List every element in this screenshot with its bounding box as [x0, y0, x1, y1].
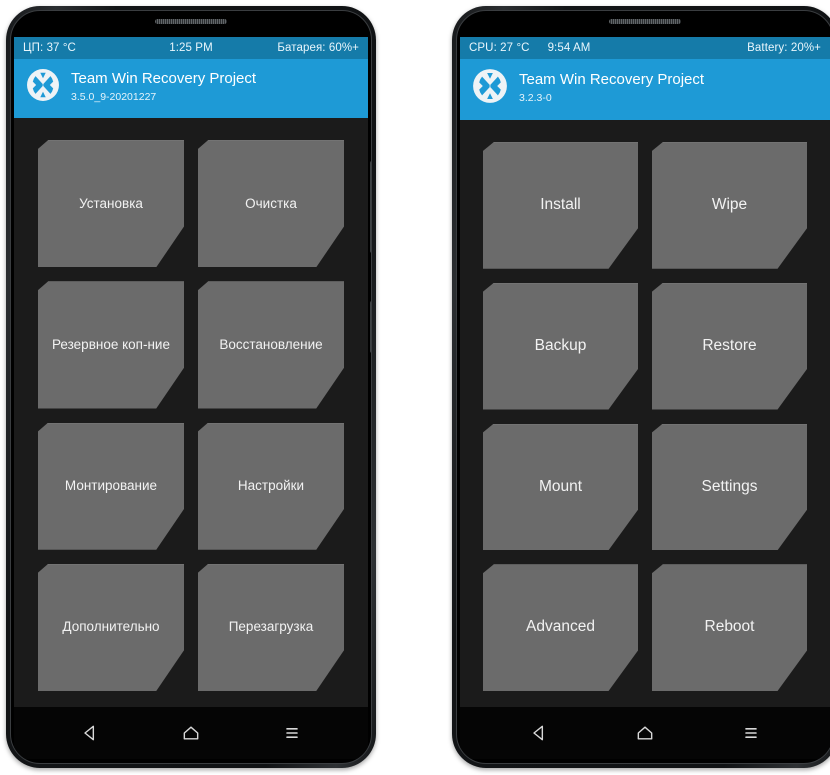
app-title: Team Win Recovery Project — [71, 70, 257, 88]
menu-button-label: Advanced — [526, 618, 595, 636]
twrp-logo-icon — [26, 68, 60, 107]
menu-button-mount[interactable]: Монтирование — [38, 422, 184, 550]
status-bar-right: CPU: 27 °C 9:54 AM Battery: 20%+ — [460, 37, 830, 59]
menu-button-label: Дополнительно — [62, 619, 160, 635]
screenshot-stage: ЦП: 37 °C 1:25 PM Батарея: 60%+ Team Win… — [0, 0, 830, 775]
phone-chassis-right: CPU: 27 °C 9:54 AM Battery: 20%+ Team Wi… — [456, 10, 830, 764]
menu-button-settings[interactable]: Settings — [652, 423, 807, 551]
menu-button-label: Восстановление — [219, 336, 323, 352]
menu-button-wipe[interactable]: Wipe — [652, 142, 807, 269]
menu-button-reboot[interactable]: Перезагрузка — [198, 563, 344, 691]
menu-icon[interactable] — [729, 711, 773, 755]
phone-screen-right: CPU: 27 °C 9:54 AM Battery: 20%+ Team Wi… — [460, 37, 830, 759]
menu-button-backup[interactable]: Резервное коп-ние — [38, 281, 184, 409]
app-title: Team Win Recovery Project — [519, 71, 705, 89]
menu-button-reboot[interactable]: Reboot — [652, 564, 807, 691]
main-menu-grid-left: Установка Очистка Резервное коп-ние Восс… — [14, 118, 368, 707]
battery-level-label: Батарея: 60%+ — [277, 42, 359, 54]
menu-button-label: Установка — [79, 195, 143, 211]
menu-button-label: Settings — [701, 477, 758, 495]
menu-button-label: Mount — [538, 477, 583, 495]
app-header-right: Team Win Recovery Project 3.2.3-0 — [460, 59, 830, 120]
menu-button-label: Резервное коп-ние — [52, 336, 170, 352]
menu-button-install[interactable]: Install — [483, 142, 638, 269]
cpu-temperature-label: CPU: 27 °C — [469, 42, 530, 54]
home-icon[interactable] — [169, 711, 213, 755]
app-header-left: Team Win Recovery Project 3.5.0_9-202012… — [14, 59, 368, 118]
power-button[interactable] — [370, 301, 371, 353]
battery-level-label: Battery: 20%+ — [747, 42, 821, 54]
phone-chassis-left: ЦП: 37 °C 1:25 PM Батарея: 60%+ Team Win… — [10, 10, 372, 764]
phone-screen-left: ЦП: 37 °C 1:25 PM Батарея: 60%+ Team Win… — [14, 37, 368, 759]
menu-button-restore[interactable]: Restore — [652, 282, 807, 410]
menu-button-label: Перезагрузка — [228, 619, 314, 635]
app-version: 3.5.0_9-20201227 — [71, 91, 157, 104]
back-icon[interactable] — [68, 711, 112, 755]
app-identity-right: Team Win Recovery Project 3.2.3-0 — [519, 71, 704, 105]
menu-button-label: Backup — [534, 336, 587, 354]
menu-button-settings[interactable]: Настройки — [198, 422, 344, 550]
menu-button-backup[interactable]: Backup — [483, 282, 638, 410]
menu-button-label: Настройки — [237, 478, 305, 494]
menu-icon[interactable] — [270, 711, 314, 755]
menu-button-install[interactable]: Установка — [38, 140, 184, 268]
cpu-temperature-label: ЦП: 37 °C — [23, 42, 76, 54]
app-version: 3.2.3-0 — [519, 92, 552, 105]
menu-button-advanced[interactable]: Advanced — [483, 564, 638, 691]
menu-button-restore[interactable]: Восстановление — [198, 281, 344, 409]
menu-button-label: Reboot — [704, 618, 755, 636]
android-nav-bar-right — [460, 707, 830, 759]
menu-button-advanced[interactable]: Дополнительно — [38, 563, 184, 691]
menu-button-label: Монтирование — [64, 478, 158, 494]
back-icon[interactable] — [517, 711, 561, 755]
earpiece-speaker-icon — [155, 19, 227, 24]
phone-device-right: CPU: 27 °C 9:54 AM Battery: 20%+ Team Wi… — [452, 6, 830, 768]
earpiece-speaker-icon — [609, 19, 681, 24]
menu-button-label: Очистка — [245, 195, 297, 211]
clock-label: 9:54 AM — [547, 42, 591, 54]
volume-rocker-button[interactable] — [370, 161, 371, 253]
android-nav-bar-left — [14, 707, 368, 759]
menu-button-mount[interactable]: Mount — [483, 423, 638, 551]
menu-button-label: Install — [540, 196, 581, 214]
twrp-logo-icon — [472, 68, 508, 109]
main-menu-grid-right: Install Wipe Backup Restore Mount Settin… — [460, 120, 830, 707]
menu-button-label: Wipe — [711, 196, 748, 214]
clock-label: 1:25 PM — [169, 42, 213, 54]
menu-button-label: Restore — [702, 336, 757, 354]
status-bar-left: ЦП: 37 °C 1:25 PM Батарея: 60%+ — [14, 37, 368, 59]
home-icon[interactable] — [623, 711, 667, 755]
menu-button-wipe[interactable]: Очистка — [198, 140, 344, 268]
app-identity-left: Team Win Recovery Project 3.5.0_9-202012… — [71, 70, 256, 104]
phone-device-left: ЦП: 37 °C 1:25 PM Батарея: 60%+ Team Win… — [6, 6, 376, 768]
